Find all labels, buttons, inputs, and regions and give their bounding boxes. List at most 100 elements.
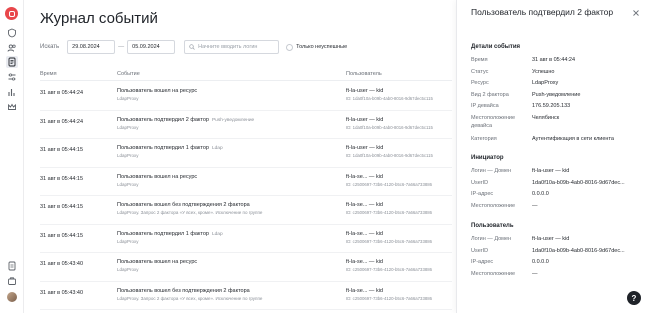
search-placeholder: Начните вводить логин — [198, 44, 258, 50]
detail-value: 1da0f10a-b09b-4ab0-8016-9d67dec... — [532, 247, 625, 254]
detail-value: LdapProxy — [532, 80, 559, 86]
row-event-text: Пользователь подтвердил 1 фактор — [117, 145, 209, 151]
main-content: Журнал событий Искать 29.08.2024 — 05.09… — [24, 0, 456, 313]
briefcase-icon[interactable] — [6, 275, 18, 287]
row-event-text: Пользователь вошел на ресурс — [117, 259, 198, 265]
row-user: ft-la-user — kid — [346, 145, 384, 151]
detail-key: Ресурс — [471, 80, 489, 86]
row-event-sub: LdapProxy — [117, 96, 139, 101]
row-event-text: Пользователь вошел на ресурс — [117, 88, 198, 94]
detail-key: Время — [471, 57, 488, 63]
detail-value: ft-la-user — kid — [532, 236, 570, 242]
search-input[interactable]: Начните вводить логин — [184, 40, 280, 54]
detail-key: Логин — Домен — [471, 168, 512, 174]
date-separator: — — [118, 44, 125, 50]
table-row[interactable]: 31 авг в 05:44:15 Пользователь вошел на р… — [40, 168, 452, 196]
row-time: 31 авг в 05:44:15 — [40, 147, 84, 153]
detail-value: 0.0.0.0 — [532, 259, 549, 265]
detail-value: — — [532, 202, 538, 209]
users-icon[interactable] — [6, 42, 18, 54]
row-event-sub: LdapProxy — [117, 238, 139, 244]
row-event: Пользователь вошел без подтверждения 2 ф… — [117, 202, 253, 208]
row-event: Пользователь вошел без подтверждения 2 ф… — [117, 288, 253, 294]
sidebar — [0, 0, 24, 313]
detail-value: 0.0.0.0 — [532, 191, 549, 197]
document-icon[interactable] — [6, 260, 18, 272]
row-user: ft-la-user — kid — [346, 116, 384, 123]
row-event: Пользователь подтвердил 1 фактор Ldap — [117, 231, 223, 237]
detail-value: 1da0f10a-b09b-4ab0-8016-9d67dec... — [532, 179, 625, 186]
help-button[interactable]: ? — [627, 291, 641, 305]
panel-title: Пользователь подтвердил 2 фактор — [471, 7, 614, 17]
table-row[interactable]: 31 авг в 05:43:40 Пользователь вошел без … — [40, 282, 452, 310]
date-to-input[interactable]: 05.09.2024 — [127, 40, 176, 54]
detail-key: IP девайса — [471, 103, 499, 109]
table-row[interactable]: 31 авг в 05:44:15 Пользователь вошел без … — [40, 196, 452, 225]
filters-bar: Искать 29.08.2024 — 05.09.2024 Начните в… — [40, 40, 460, 54]
row-user: ft-la-se... — kid — [346, 259, 383, 265]
table-row[interactable]: 31 авг в 05:44:15 Пользователь подтвердил… — [40, 139, 452, 168]
table-row[interactable]: 31 авг в 05:44:24 Пользователь подтвердил… — [40, 111, 452, 139]
shield-icon[interactable] — [6, 27, 18, 39]
chart-icon[interactable] — [6, 86, 18, 98]
app-logo-icon[interactable] — [5, 7, 18, 20]
details-heading: Детали события — [471, 44, 521, 50]
journal-icon[interactable] — [6, 56, 18, 68]
detail-value: Успешно — [532, 68, 555, 75]
row-event-tag: Push-уведомление — [211, 117, 255, 123]
row-time: 31 авг в 05:43:40 — [40, 289, 84, 296]
row-user-id: ID: c2500697-73b6-4120-b5c6-7a66a733886 — [346, 295, 433, 301]
row-user-id: ID: 1da0f10a-b09b-4ab0-8016-9d67dec5c115 — [346, 96, 433, 101]
initiator-heading: Инициатор — [471, 155, 504, 161]
row-event-sub: LdapProxy. Запрос 2 фактора «У всех, кро… — [117, 210, 263, 215]
table-row[interactable]: 31 авг в 05:44:24 Пользователь вошел на р… — [40, 82, 452, 111]
row-user-id: ID: c2500697-73b6-4120-b5c6-7a66a733886 — [346, 238, 433, 244]
page-title: Журнал событий — [40, 10, 158, 27]
row-event-text: Пользователь подтвердил 2 фактор — [117, 116, 209, 123]
row-event-text: Пользователь вошел на ресурс — [117, 173, 198, 180]
date-from-input[interactable]: 29.08.2024 — [67, 40, 116, 54]
detail-key: IP-адрес — [471, 191, 494, 197]
crown-icon[interactable] — [6, 101, 18, 113]
table-row[interactable]: 31 авг в 05:43:40 Пользователь вошел на р… — [40, 253, 452, 282]
detail-value: 176.59.205.133 — [532, 103, 571, 109]
row-user: ft-la-se... — kid — [346, 287, 383, 294]
settings-sliders-icon[interactable] — [6, 71, 18, 83]
detail-key: Местоположение девайса — [471, 114, 516, 129]
row-event-text: Пользователь вошел без подтверждения 2 ф… — [117, 287, 250, 294]
detail-key: Логин — Домен — [471, 236, 512, 242]
failed-only-label: Только неуспешные — [296, 44, 348, 50]
row-time: 31 авг в 05:44:24 — [40, 118, 84, 125]
row-user-id: ID: c2500697-73b6-4120-b5c6-7a66a733886 — [346, 181, 433, 187]
detail-value: — — [532, 270, 538, 277]
row-time: 31 авг в 05:44:15 — [40, 175, 84, 182]
detail-key: Вид 2 фактора — [471, 91, 509, 98]
detail-value: Аутентификация в сети клиента — [532, 135, 614, 142]
row-user: ft-la-se... — kid — [346, 230, 383, 237]
row-event-text: Пользователь вошел без подтверждения 2 ф… — [117, 202, 250, 208]
failed-only-checkbox[interactable]: Только неуспешные — [286, 43, 348, 51]
detail-value: ft-la-user — kid — [532, 168, 570, 174]
detail-key: Местоположение — [471, 202, 516, 209]
detail-key: Местоположение — [471, 270, 516, 277]
detail-key: UserID — [471, 247, 489, 254]
close-icon[interactable] — [632, 9, 640, 17]
user-heading: Пользователь — [471, 223, 514, 229]
row-time: 31 авг в 05:44:15 — [40, 204, 84, 210]
detail-value: Челябинск — [532, 114, 560, 121]
col-user: Пользователь — [346, 71, 382, 77]
row-event-text: Пользователь подтвердил 1 фактор — [117, 230, 209, 237]
row-event: Пользователь вошел на ресурс — [117, 88, 200, 94]
col-time: Время — [40, 71, 57, 77]
row-event-sub: LdapProxy. Запрос 2 фактора «У всех, кро… — [117, 295, 263, 301]
row-user: ft-la-se... — kid — [346, 202, 383, 208]
detail-key: Статус — [471, 68, 489, 75]
table-row[interactable]: 31 авг в 05:44:15 Пользователь подтвердил… — [40, 225, 452, 253]
event-detail-panel: Пользователь подтвердил 2 фактор Детали … — [456, 0, 650, 313]
checkbox-icon — [286, 43, 294, 51]
row-event-sub: LdapProxy — [117, 124, 139, 130]
row-user-id: ID: 1da0f10a-b09b-4ab0-8016-9d67dec5c115 — [346, 124, 433, 130]
avatar[interactable] — [7, 292, 17, 302]
row-event: Пользователь подтвердил 2 фактор Push-уве… — [117, 117, 254, 123]
detail-key: Категория — [471, 135, 497, 142]
